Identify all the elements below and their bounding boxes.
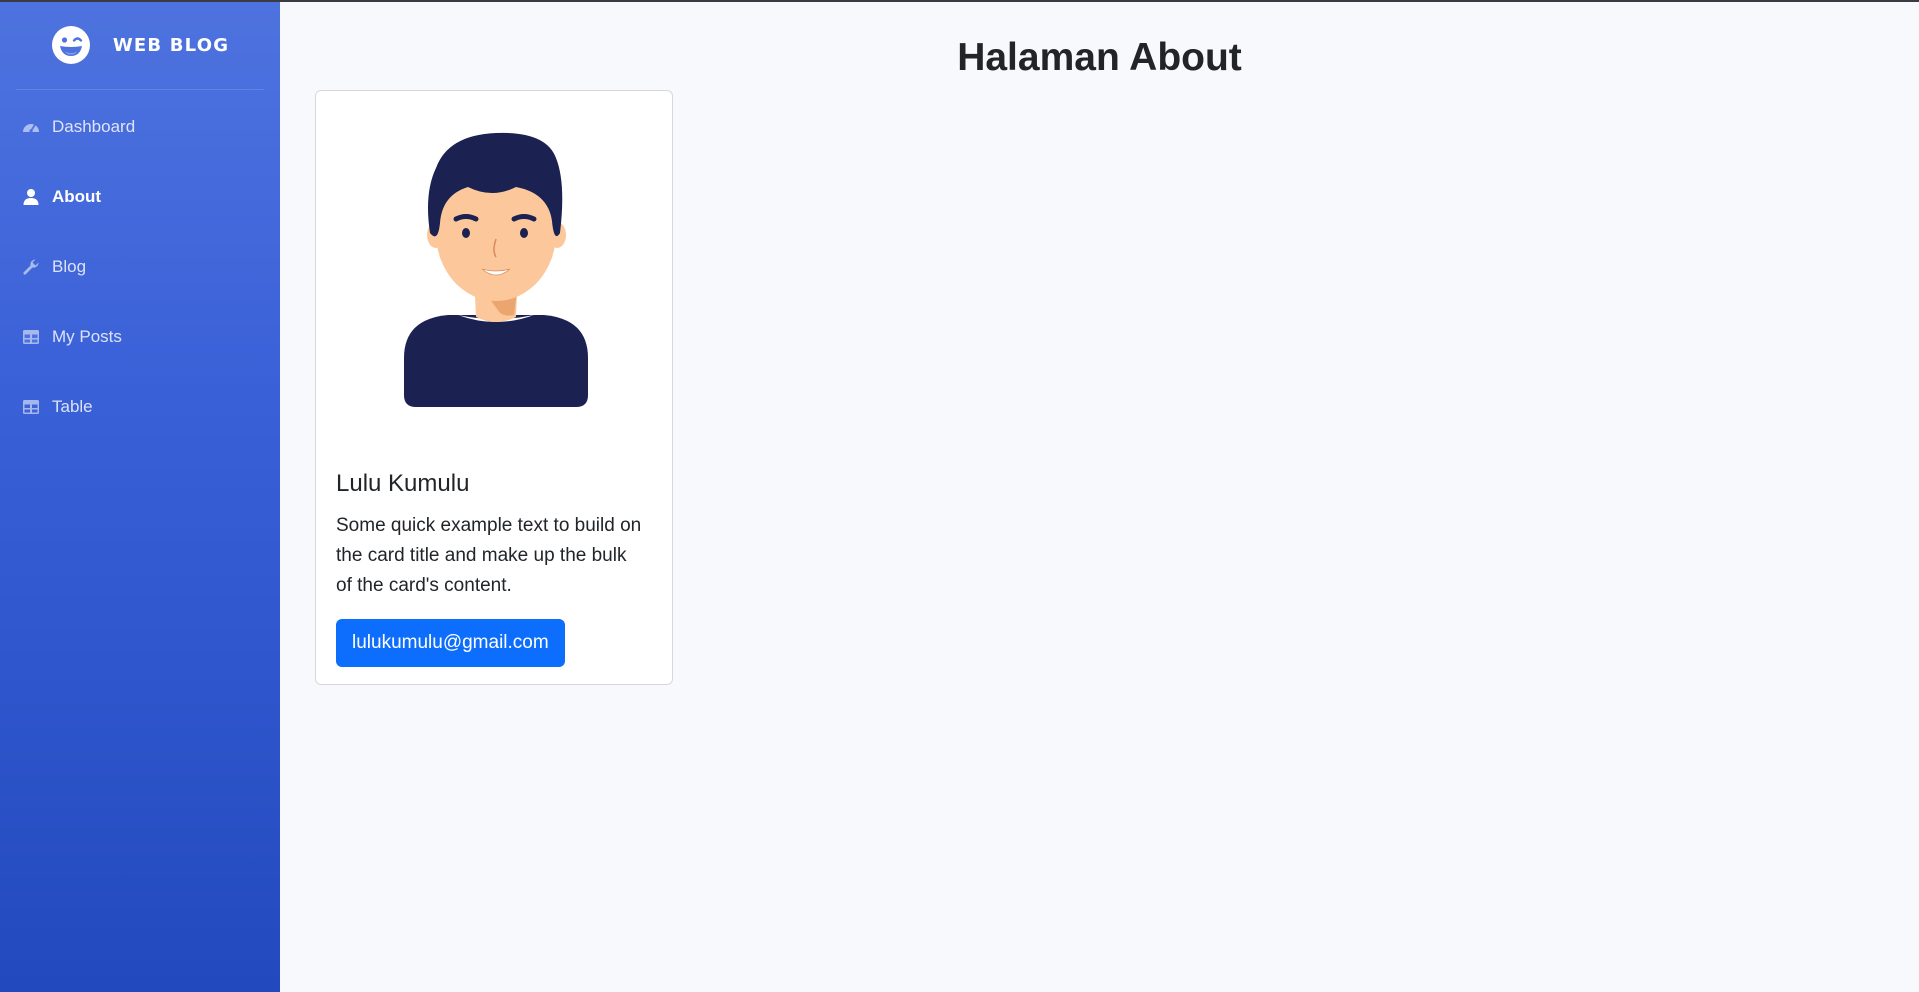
sidebar-item-label: My Posts (52, 327, 122, 346)
sidebar: WEB BLOG Dashboard About Blog My Posts T… (0, 0, 280, 992)
wrench-icon (23, 259, 39, 275)
sidebar-item-dashboard[interactable]: Dashboard (0, 92, 280, 162)
table-icon (23, 400, 39, 414)
window-top-border (0, 0, 1919, 2)
sidebar-item-label: Dashboard (52, 117, 136, 136)
tachometer-icon (23, 124, 39, 133)
main-content: Halaman About Lulu Kumulu Some quick exa… (280, 0, 1919, 992)
profile-card: Lulu Kumulu Some quick example text to b… (315, 90, 673, 685)
sidebar-brand[interactable]: WEB BLOG (0, 0, 280, 90)
sidebar-item-label: About (52, 187, 102, 206)
sidebar-nav: Dashboard About Blog My Posts Table (0, 92, 280, 442)
sidebar-item-table[interactable]: Table (0, 372, 280, 442)
page-title: Halaman About (957, 36, 1242, 79)
card-text: Some quick example text to build on the … (336, 515, 642, 596)
user-icon (23, 189, 39, 205)
card-title: Lulu Kumulu (336, 470, 470, 497)
sidebar-item-label: Table (52, 397, 93, 416)
email-button[interactable]: lulukumulu@gmail.com (336, 619, 565, 667)
user-avatar-illustration (404, 132, 588, 407)
laugh-wink-icon (51, 26, 90, 64)
sidebar-item-blog[interactable]: Blog (0, 232, 280, 302)
sidebar-item-about[interactable]: About (0, 162, 280, 232)
sidebar-divider (16, 89, 264, 90)
brand-name: WEB BLOG (112, 34, 230, 56)
sidebar-item-label: Blog (52, 257, 87, 276)
table-icon (23, 330, 39, 344)
sidebar-item-my-posts[interactable]: My Posts (0, 302, 280, 372)
